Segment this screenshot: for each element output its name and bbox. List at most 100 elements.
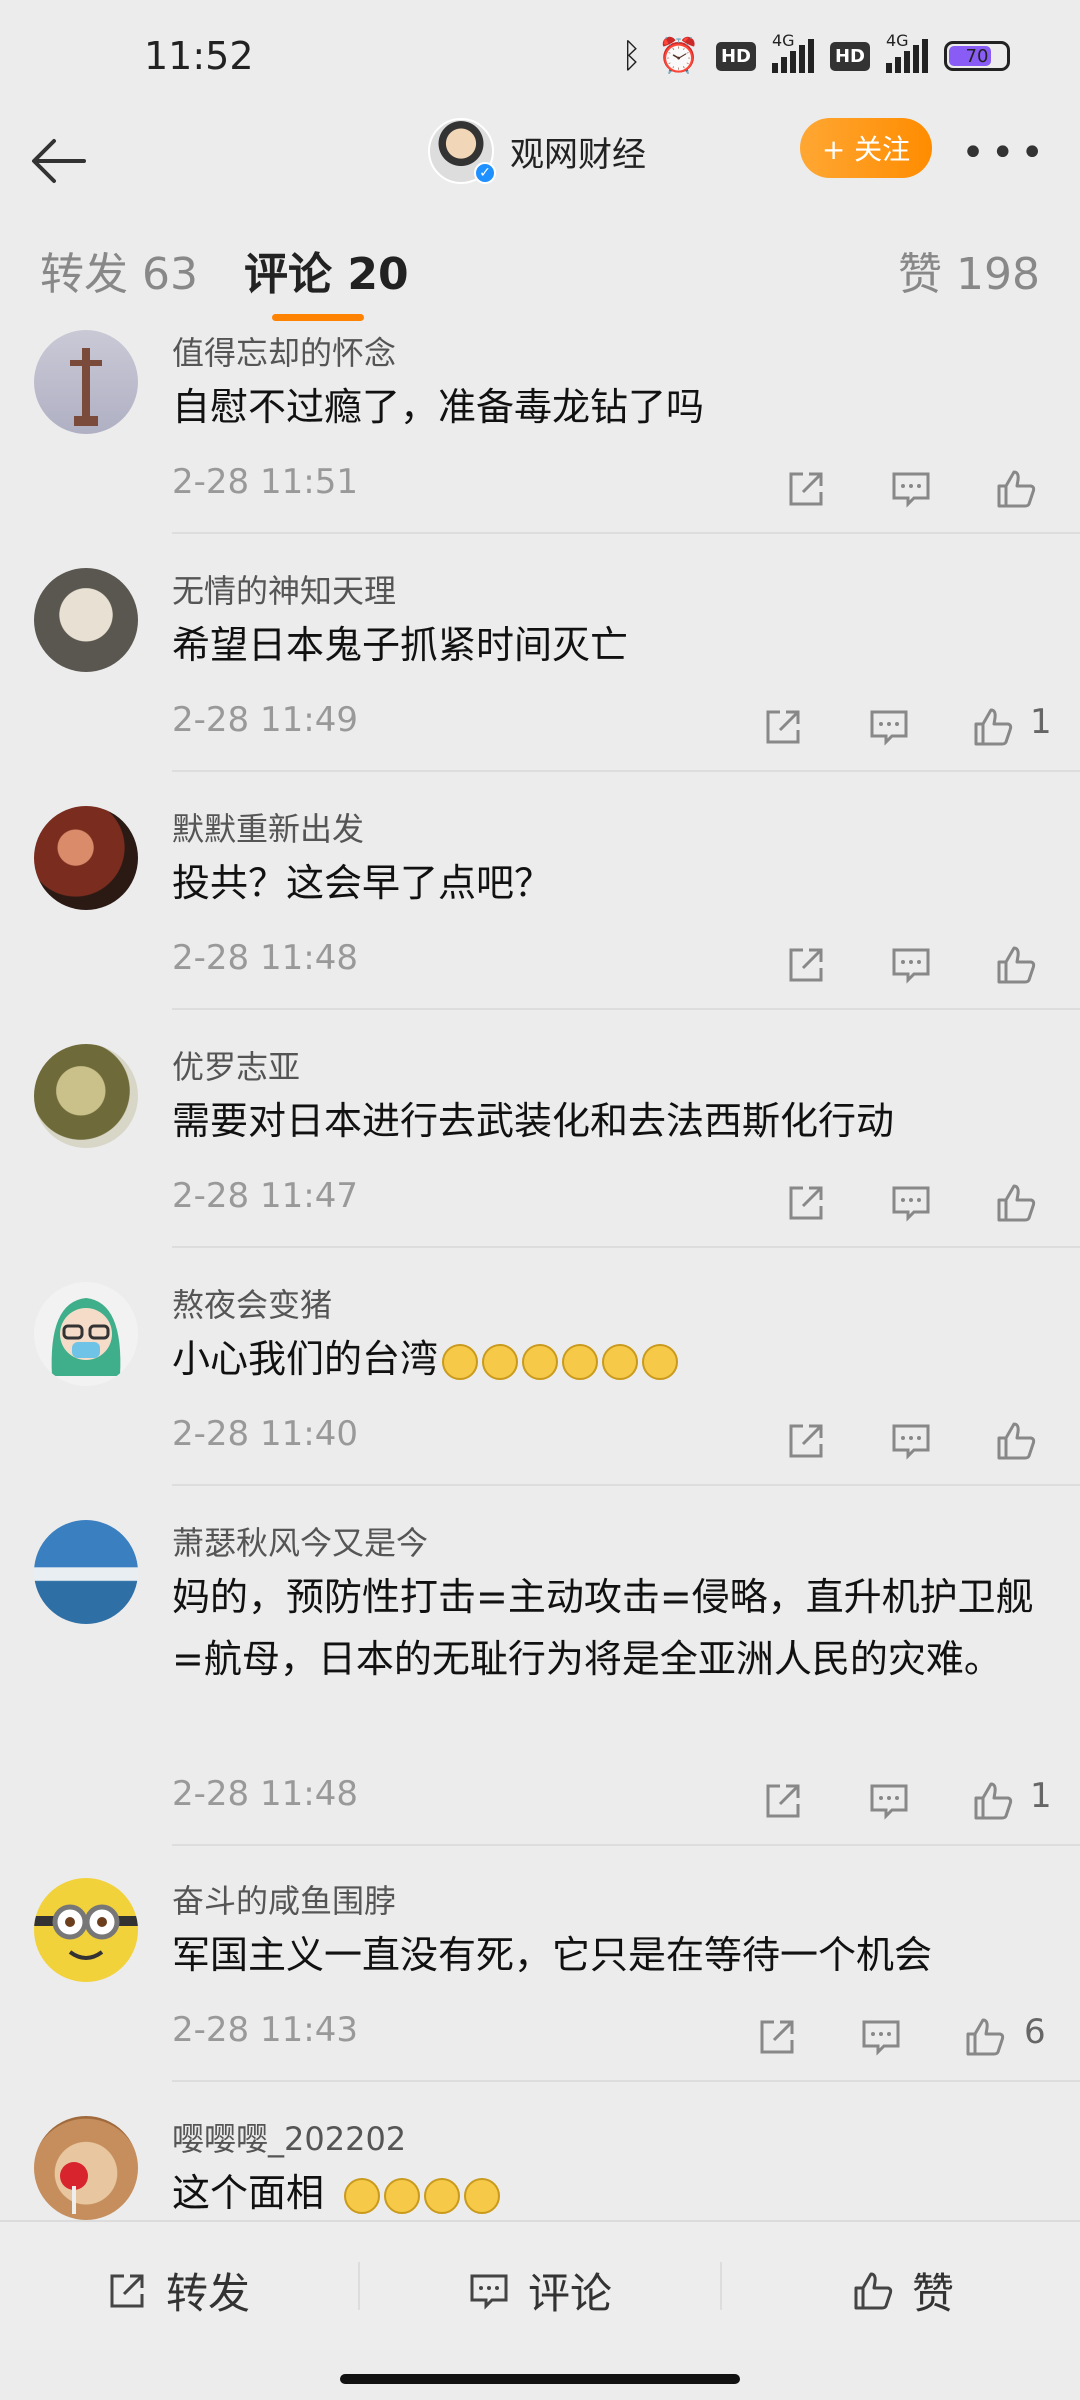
account-avatar[interactable]: ✓ <box>428 118 496 184</box>
thumb-up-icon[interactable] <box>962 2014 1008 2060</box>
status-icons: ᛒ ⏰ HD 4G HD 4G 70 <box>621 31 1010 76</box>
comment-label: 评论 <box>528 2269 613 2318</box>
comment-username[interactable]: 优罗志亚 <box>172 1042 300 1088</box>
divider <box>172 2080 1080 2082</box>
comment-username[interactable]: 嘤嘤嘤_202202 <box>172 2114 406 2160</box>
user-avatar[interactable] <box>34 1520 138 1624</box>
follow-button[interactable]: + 关注 <box>800 118 932 178</box>
user-avatar[interactable] <box>34 806 138 910</box>
tab-repost-label: 转发 <box>40 249 128 300</box>
user-avatar[interactable] <box>34 1878 138 1982</box>
thumb-up-icon[interactable] <box>993 942 1039 988</box>
comment-text-line: 小心我们的台湾 <box>172 1328 1040 1390</box>
home-indicator[interactable] <box>340 2374 740 2384</box>
network-label-2: 4G <box>886 31 909 50</box>
share-icon[interactable] <box>783 1418 829 1464</box>
thumb-up-icon[interactable] <box>993 1180 1039 1226</box>
comment-icon[interactable] <box>888 942 934 988</box>
comment-icon[interactable] <box>888 466 934 512</box>
comment-item: 默默重新出发 投共？这会早了点吧？ 2-28 11:48 <box>0 804 1080 1010</box>
comment-username[interactable]: 默默重新出发 <box>172 804 364 850</box>
thumb-up-icon[interactable] <box>993 1418 1039 1464</box>
emoji-icon <box>424 2177 461 2214</box>
comment-icon[interactable] <box>858 2014 904 2060</box>
battery-level: 70 <box>965 45 989 67</box>
like-button[interactable]: 赞 <box>850 2260 954 2321</box>
share-icon[interactable] <box>760 704 806 750</box>
comment-text: 这个面相 <box>172 2171 325 2215</box>
emoji-icon <box>344 2177 381 2214</box>
more-icon[interactable]: ••• <box>961 130 1050 176</box>
divider <box>358 2262 360 2310</box>
nav-bar: ✓ 观网财经 + 关注 ••• <box>0 110 1080 210</box>
divider <box>172 770 1080 772</box>
share-icon[interactable] <box>783 942 829 988</box>
comment-icon[interactable] <box>866 704 912 750</box>
status-time: 11:52 <box>144 34 254 78</box>
comment-username[interactable]: 值得忘却的怀念 <box>172 328 396 374</box>
repost-label: 转发 <box>166 2269 251 2318</box>
comment-time: 2-28 11:51 <box>172 462 358 502</box>
network-label: 4G <box>771 31 795 50</box>
like-count: 1 <box>1030 1776 1052 1816</box>
tab-like-count: 198 <box>956 249 1040 300</box>
comment-item: 熬夜会变猪 小心我们的台湾 2-28 11:40 <box>0 1280 1080 1486</box>
share-icon[interactable] <box>760 1778 806 1824</box>
comment-username[interactable]: 无情的神知天理 <box>172 566 396 612</box>
comment-button[interactable]: 评论 <box>466 2260 612 2321</box>
comment-icon[interactable] <box>888 1418 934 1464</box>
share-icon[interactable] <box>783 466 829 512</box>
like-label: 赞 <box>912 2269 955 2318</box>
bottom-action-bar: 转发 评论 赞 <box>0 2220 1080 2350</box>
emoji-icon <box>482 1343 519 1380</box>
user-avatar[interactable] <box>34 330 138 434</box>
account-name[interactable]: 观网财经 <box>510 127 646 176</box>
tab-active-indicator <box>272 314 364 321</box>
share-icon[interactable] <box>754 2014 800 2060</box>
comment-item: 奋斗的咸鱼围脖 军国主义一直没有死，它只是在等待一个机会 2-28 11:43 … <box>0 1876 1080 2082</box>
divider <box>720 2262 722 2310</box>
comment-username[interactable]: 奋斗的咸鱼围脖 <box>172 1876 396 1922</box>
account-header[interactable]: ✓ 观网财经 <box>428 118 646 184</box>
comment-item: 优罗志亚 需要对日本进行去武装化和去法西斯化行动 2-28 11:47 <box>0 1042 1080 1248</box>
comment-item: 萧瑟秋风今又是今 妈的，预防性打击=主动攻击=侵略，直升机护卫舰=航母，日本的无… <box>0 1518 1080 1846</box>
user-avatar[interactable] <box>34 1044 138 1148</box>
bluetooth-icon: ᛒ <box>621 36 642 76</box>
comment-text: 希望日本鬼子抓紧时间灭亡 <box>172 623 629 667</box>
emoji-group <box>344 2162 504 2224</box>
divider <box>172 1008 1080 1010</box>
signal-icon-2: 4G <box>886 31 928 73</box>
user-avatar[interactable] <box>34 568 138 672</box>
thumb-up-icon[interactable] <box>970 1778 1016 1824</box>
user-avatar[interactable] <box>34 1282 138 1386</box>
comment-text: 军国主义一直没有死，它只是在等待一个机会 <box>172 1933 933 1977</box>
thumb-up-icon[interactable] <box>993 466 1039 512</box>
verified-icon: ✓ <box>474 162 496 184</box>
tab-comment-count: 20 <box>347 249 409 300</box>
signal-icon: 4G <box>771 31 814 73</box>
emoji-group <box>442 1328 682 1390</box>
tab-repost[interactable]: 转发 63 <box>40 238 198 302</box>
repost-button[interactable]: 转发 <box>104 2260 250 2321</box>
tab-like[interactable]: 赞 198 <box>898 238 1040 302</box>
like-count: 1 <box>1030 702 1052 742</box>
tab-repost-count: 63 <box>142 249 198 300</box>
comment-icon[interactable] <box>888 1180 934 1226</box>
comment-icon[interactable] <box>866 1778 912 1824</box>
tab-like-label: 赞 <box>898 249 943 300</box>
tab-comment-label: 评论 <box>244 249 332 300</box>
thumb-up-icon[interactable] <box>970 704 1016 750</box>
comment-item: 嘤嘤嘤_202202 这个面相 <box>0 2116 1080 2236</box>
divider <box>172 532 1080 534</box>
share-icon[interactable] <box>783 1180 829 1226</box>
user-avatar[interactable] <box>34 2116 138 2220</box>
comment-text-line: 这个面相 <box>172 2162 1040 2224</box>
comment-time: 2-28 11:47 <box>172 1176 358 1216</box>
divider <box>172 1844 1080 1846</box>
share-icon <box>110 2274 144 2307</box>
comment-username[interactable]: 熬夜会变猪 <box>172 1280 332 1326</box>
back-arrow-icon[interactable] <box>24 126 94 196</box>
comment-username[interactable]: 萧瑟秋风今又是今 <box>172 1518 428 1564</box>
battery-icon: 70 <box>944 41 1010 71</box>
comment-time: 2-28 11:48 <box>172 938 358 978</box>
